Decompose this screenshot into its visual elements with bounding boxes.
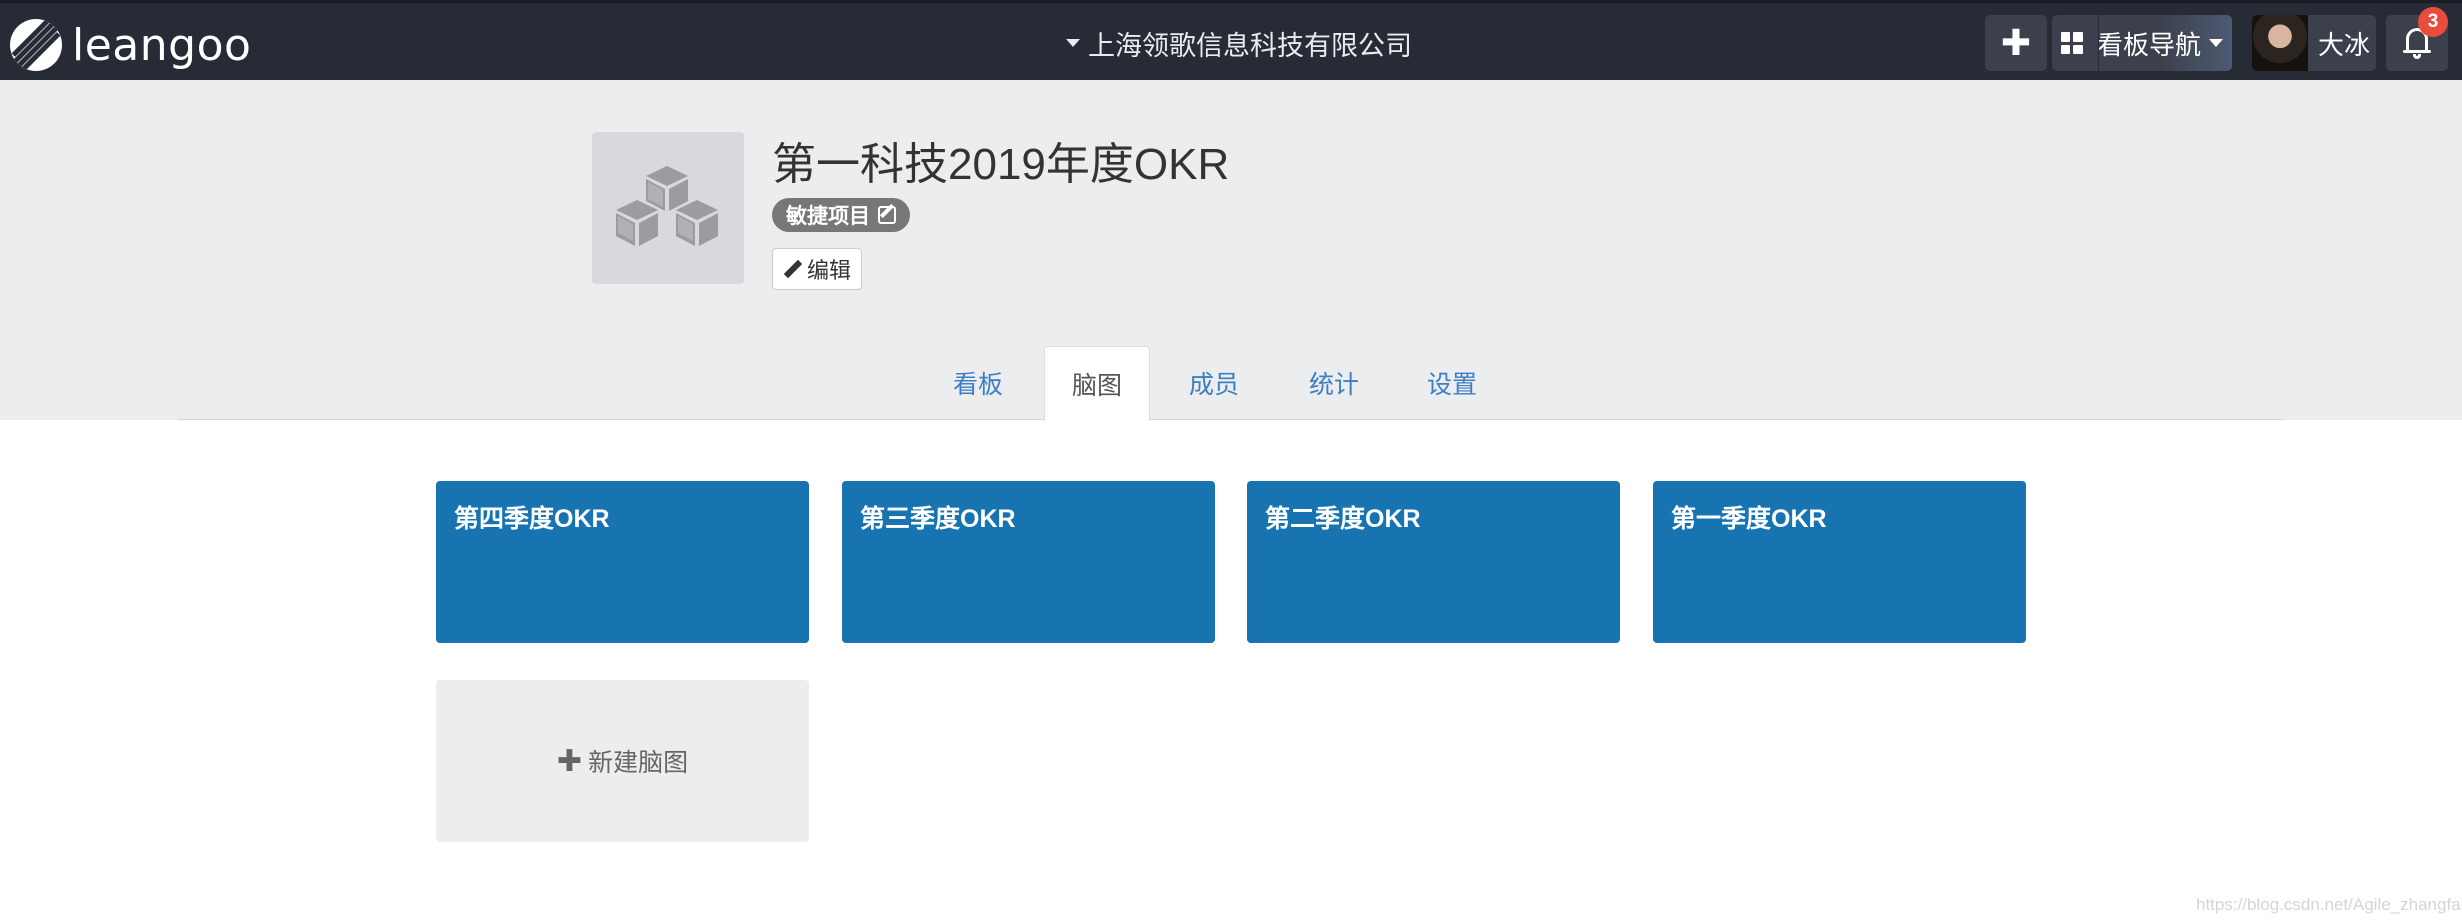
logo-icon <box>10 19 62 71</box>
avatar <box>2252 15 2308 71</box>
project-type-tag[interactable]: 敏捷项目 <box>772 198 910 232</box>
mindmap-card[interactable]: 第二季度OKR <box>1247 481 1620 643</box>
mindmap-card-title: 第二季度OKR <box>1265 505 1421 533</box>
plus-icon: ✚ <box>2000 22 2032 63</box>
user-menu[interactable]: 大冰 <box>2252 15 2376 71</box>
cubes-icon <box>616 166 718 246</box>
board-nav-button[interactable]: 看板导航 <box>2052 15 2232 71</box>
mindmap-card[interactable]: 第三季度OKR <box>842 481 1215 643</box>
notification-badge: 3 <box>2418 7 2448 37</box>
tab-boards[interactable]: 看板 <box>940 346 1016 420</box>
project-title: 第一科技2019年度OKR <box>772 140 1230 189</box>
tab-mindmaps[interactable]: 脑图 <box>1044 346 1150 421</box>
edit-icon <box>878 206 896 224</box>
tab-statistics[interactable]: 统计 <box>1294 346 1374 420</box>
mindmap-card[interactable]: 第四季度OKR <box>436 481 809 643</box>
pencil-icon <box>783 260 801 278</box>
project-thumbnail <box>592 132 744 284</box>
new-mindmap-label: 新建脑图 <box>588 749 689 777</box>
new-mindmap-button[interactable]: ✚ 新建脑图 <box>436 680 809 842</box>
edit-project-button[interactable]: 编辑 <box>772 248 862 290</box>
tab-settings[interactable]: 设置 <box>1412 346 1492 420</box>
org-switcher[interactable]: 上海领歌信息科技有限公司 <box>1066 23 1412 63</box>
project-type-label: 敏捷项目 <box>786 205 870 228</box>
mindmap-card-title: 第三季度OKR <box>860 505 1016 533</box>
caret-down-icon <box>1066 39 1080 47</box>
logo[interactable]: leangoo <box>10 19 251 71</box>
add-button[interactable]: ✚ <box>1985 15 2047 71</box>
mindmap-card-title: 第一季度OKR <box>1671 505 1827 533</box>
mindmap-card[interactable]: 第一季度OKR <box>1653 481 2026 643</box>
brand-name: leangoo <box>72 19 252 71</box>
grid-icon <box>2060 32 2083 54</box>
top-nav-bar: leangoo 上海领歌信息科技有限公司 ✚ 看板导航 大冰 3 <box>0 0 2462 80</box>
org-name: 上海领歌信息科技有限公司 <box>1088 30 1412 61</box>
mindmap-card-title: 第四季度OKR <box>454 505 610 533</box>
plus-icon: ✚ <box>556 744 583 778</box>
tab-members[interactable]: 成员 <box>1174 346 1254 420</box>
board-nav-label: 看板导航 <box>2096 29 2201 60</box>
watermark: https://blog.csdn.net/Agile_zhangfan <box>2196 895 2462 914</box>
user-name: 大冰 <box>2318 29 2371 60</box>
edit-label: 编辑 <box>806 258 851 283</box>
chevron-down-icon <box>2209 39 2223 47</box>
